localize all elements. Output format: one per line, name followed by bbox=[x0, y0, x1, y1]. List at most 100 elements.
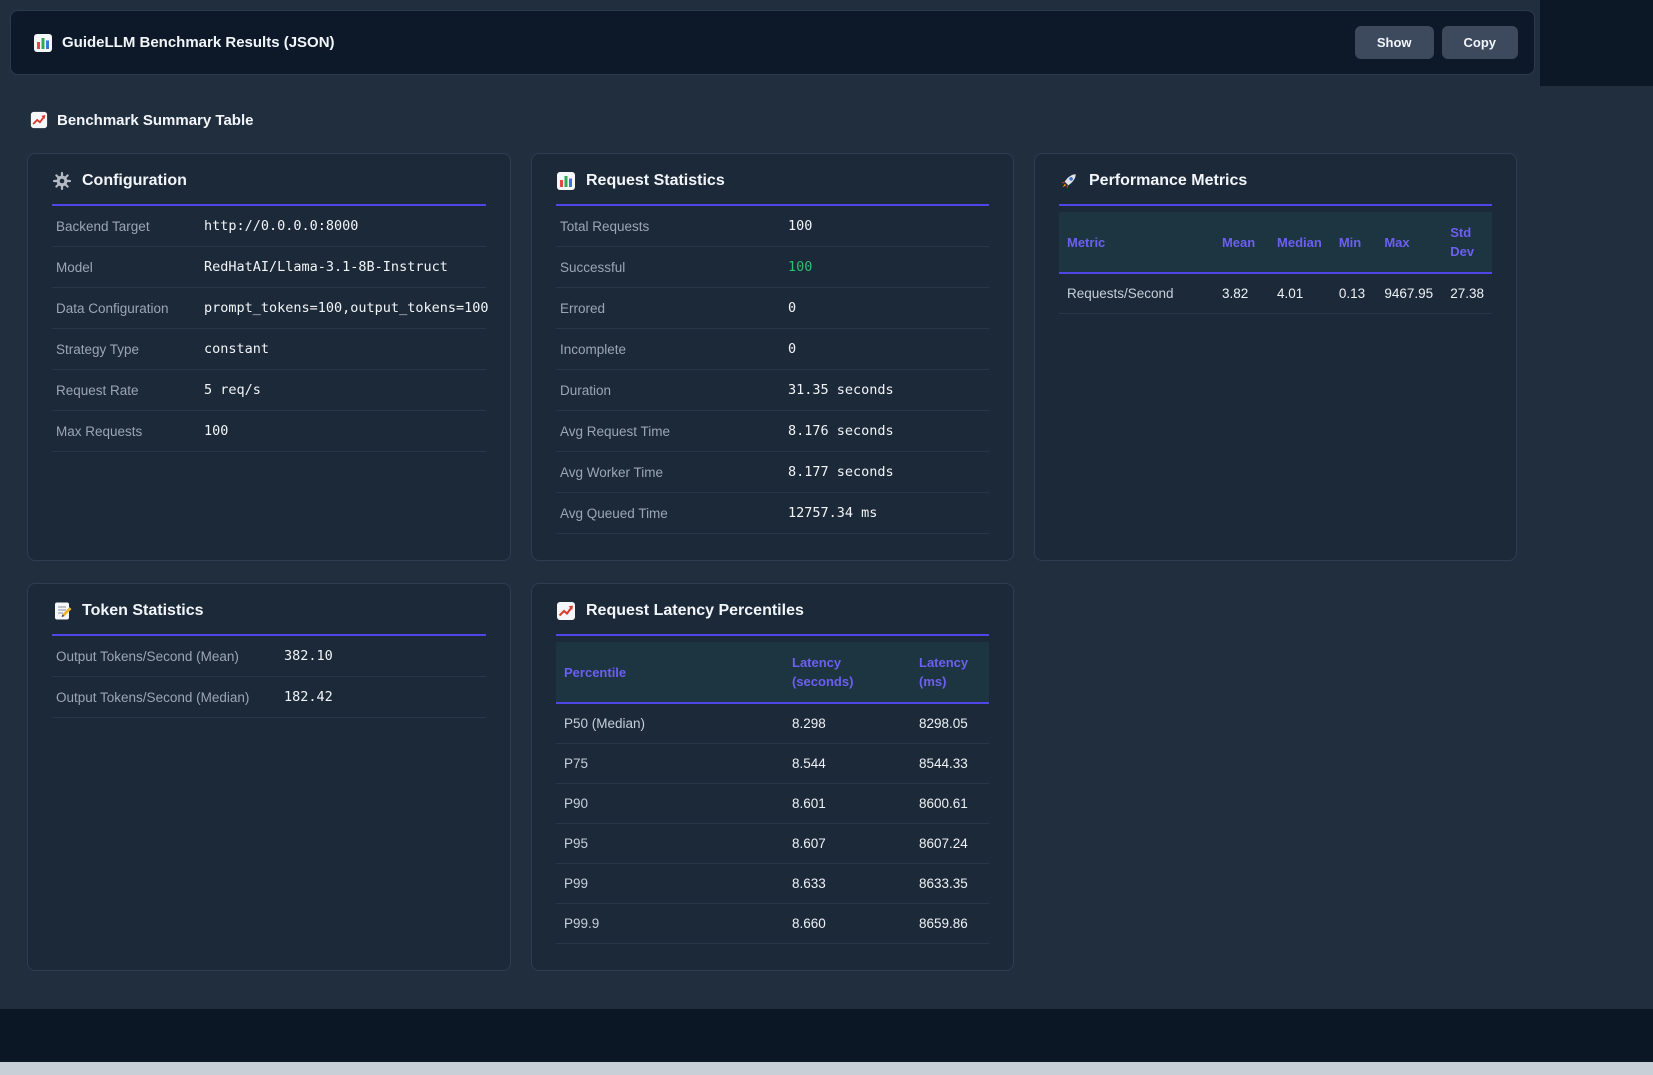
token-stat-label: Output Tokens/Second (Median) bbox=[56, 690, 284, 705]
latency-seconds-cell: 8.660 bbox=[784, 904, 911, 944]
configuration-card: Configuration Backend Target http://0.0.… bbox=[27, 153, 511, 561]
request-stat-value: 8.177 seconds bbox=[788, 464, 985, 480]
chart-increasing-icon bbox=[556, 601, 576, 621]
config-row: Strategy Type constant bbox=[52, 329, 486, 370]
request-stat-row: Avg Worker Time 8.177 seconds bbox=[556, 452, 989, 493]
config-row: Model RedHatAI/Llama-3.1-8B-Instruct bbox=[52, 247, 486, 288]
config-row: Backend Target http://0.0.0.0:8000 bbox=[52, 206, 486, 247]
latency-percentiles-card: Request Latency Percentiles Percentile L… bbox=[531, 583, 1014, 971]
metric-median-cell: 4.01 bbox=[1269, 273, 1331, 314]
page-title: GuideLLM Benchmark Results (JSON) bbox=[62, 34, 335, 51]
request-stat-value: 100 bbox=[788, 218, 985, 234]
latency-ms-cell: 8544.33 bbox=[911, 744, 989, 784]
column-header: Metric bbox=[1059, 212, 1214, 273]
request-stat-label: Avg Worker Time bbox=[560, 465, 788, 480]
column-header: Mean bbox=[1214, 212, 1269, 273]
request-stat-row: Avg Queued Time 12757.34 ms bbox=[556, 493, 989, 534]
show-button[interactable]: Show bbox=[1355, 26, 1434, 59]
latency-percentiles-title-label: Request Latency Percentiles bbox=[586, 600, 804, 622]
token-statistics-card: Token Statistics Output Tokens/Second (M… bbox=[27, 583, 511, 971]
latency-ms-cell: 8600.61 bbox=[911, 784, 989, 824]
performance-metrics-table: Metric Mean Median Min Max Std Dev Reque… bbox=[1059, 212, 1492, 314]
metric-min-cell: 0.13 bbox=[1331, 273, 1376, 314]
request-stat-row: Duration 31.35 seconds bbox=[556, 370, 989, 411]
latency-seconds-cell: 8.633 bbox=[784, 864, 911, 904]
request-stat-value: 12757.34 ms bbox=[788, 505, 985, 521]
config-label: Max Requests bbox=[56, 424, 204, 439]
performance-metrics-row: Requests/Second 3.82 4.01 0.13 9467.95 2… bbox=[1059, 273, 1492, 314]
config-value: http://0.0.0.0:8000 bbox=[204, 218, 482, 234]
latency-seconds-cell: 8.607 bbox=[784, 824, 911, 864]
latency-ms-cell: 8633.35 bbox=[911, 864, 989, 904]
latency-seconds-cell: 8.601 bbox=[784, 784, 911, 824]
title-bar: GuideLLM Benchmark Results (JSON) Show C… bbox=[10, 10, 1535, 75]
request-stat-row: Avg Request Time 8.176 seconds bbox=[556, 411, 989, 452]
column-header: Median bbox=[1269, 212, 1331, 273]
gear-icon bbox=[52, 171, 72, 191]
column-header: Latency (seconds) bbox=[784, 642, 911, 703]
bar-chart-icon bbox=[33, 33, 53, 53]
request-stat-value: 8.176 seconds bbox=[788, 423, 985, 439]
token-stat-row: Output Tokens/Second (Median) 182.42 bbox=[52, 677, 486, 718]
percentile-cell: P95 bbox=[556, 824, 784, 864]
request-stat-value: 0 bbox=[788, 300, 985, 316]
token-statistics-title-label: Token Statistics bbox=[82, 600, 204, 622]
metric-max-cell: 9467.95 bbox=[1376, 273, 1442, 314]
token-stat-value: 182.42 bbox=[284, 689, 482, 705]
section-title-label: Benchmark Summary Table bbox=[57, 112, 253, 129]
column-header: Percentile bbox=[556, 642, 784, 703]
request-statistics-title-label: Request Statistics bbox=[586, 170, 725, 192]
column-header: Max bbox=[1376, 212, 1442, 273]
request-stat-value: 31.35 seconds bbox=[788, 382, 985, 398]
latency-ms-cell: 8607.24 bbox=[911, 824, 989, 864]
title-bar-actions: Show Copy bbox=[1355, 26, 1518, 59]
config-label: Backend Target bbox=[56, 219, 204, 234]
metric-name-cell: Requests/Second bbox=[1059, 273, 1214, 314]
memo-icon bbox=[52, 601, 72, 621]
config-value: prompt_tokens=100,output_tokens=100 bbox=[204, 300, 488, 316]
copy-button[interactable]: Copy bbox=[1442, 26, 1519, 59]
column-header: Min bbox=[1331, 212, 1376, 273]
request-stat-row: Total Requests 100 bbox=[556, 206, 989, 247]
metric-mean-cell: 3.82 bbox=[1214, 273, 1269, 314]
config-value: constant bbox=[204, 341, 482, 357]
percentile-row: P75 8.544 8544.33 bbox=[556, 744, 989, 784]
latency-ms-cell: 8659.86 bbox=[911, 904, 989, 944]
config-row: Data Configuration prompt_tokens=100,out… bbox=[52, 288, 486, 329]
window-bottom-edge bbox=[0, 1062, 1653, 1075]
cards-row-2: Token Statistics Output Tokens/Second (M… bbox=[27, 583, 1626, 971]
token-stat-row: Output Tokens/Second (Mean) 382.10 bbox=[52, 636, 486, 677]
percentile-cell: P75 bbox=[556, 744, 784, 784]
performance-metrics-title-label: Performance Metrics bbox=[1089, 170, 1247, 192]
request-stat-label: Avg Queued Time bbox=[560, 506, 788, 521]
token-stat-value: 382.10 bbox=[284, 648, 482, 664]
config-row: Max Requests 100 bbox=[52, 411, 486, 452]
request-stat-row: Errored 0 bbox=[556, 288, 989, 329]
latency-seconds-cell: 8.544 bbox=[784, 744, 911, 784]
request-stat-label: Duration bbox=[560, 383, 788, 398]
column-header: Std Dev bbox=[1442, 212, 1492, 273]
bar-chart-icon bbox=[556, 171, 576, 191]
token-stat-label: Output Tokens/Second (Mean) bbox=[56, 649, 284, 664]
request-stat-label: Incomplete bbox=[560, 342, 788, 357]
config-value: RedHatAI/Llama-3.1-8B-Instruct bbox=[204, 259, 482, 275]
config-label: Request Rate bbox=[56, 383, 204, 398]
metric-stddev-cell: 27.38 bbox=[1442, 273, 1492, 314]
request-stat-label: Successful bbox=[560, 260, 788, 275]
latency-seconds-cell: 8.298 bbox=[784, 703, 911, 744]
percentile-row: P99 8.633 8633.35 bbox=[556, 864, 989, 904]
request-statistics-card-title: Request Statistics bbox=[556, 170, 989, 206]
request-stat-row: Incomplete 0 bbox=[556, 329, 989, 370]
window-chrome-corner bbox=[1540, 0, 1653, 86]
request-stat-value-success: 100 bbox=[788, 259, 985, 275]
request-stat-label: Total Requests bbox=[560, 219, 788, 234]
config-label: Model bbox=[56, 260, 204, 275]
latency-percentiles-table: Percentile Latency (seconds) Latency (ms… bbox=[556, 642, 989, 944]
cards-row-1: Configuration Backend Target http://0.0.… bbox=[27, 153, 1626, 561]
config-row: Request Rate 5 req/s bbox=[52, 370, 486, 411]
latency-percentiles-header-row: Percentile Latency (seconds) Latency (ms… bbox=[556, 642, 989, 703]
percentile-row: P95 8.607 8607.24 bbox=[556, 824, 989, 864]
request-stat-label: Avg Request Time bbox=[560, 424, 788, 439]
chart-increasing-icon bbox=[30, 111, 48, 129]
configuration-card-title: Configuration bbox=[52, 170, 486, 206]
